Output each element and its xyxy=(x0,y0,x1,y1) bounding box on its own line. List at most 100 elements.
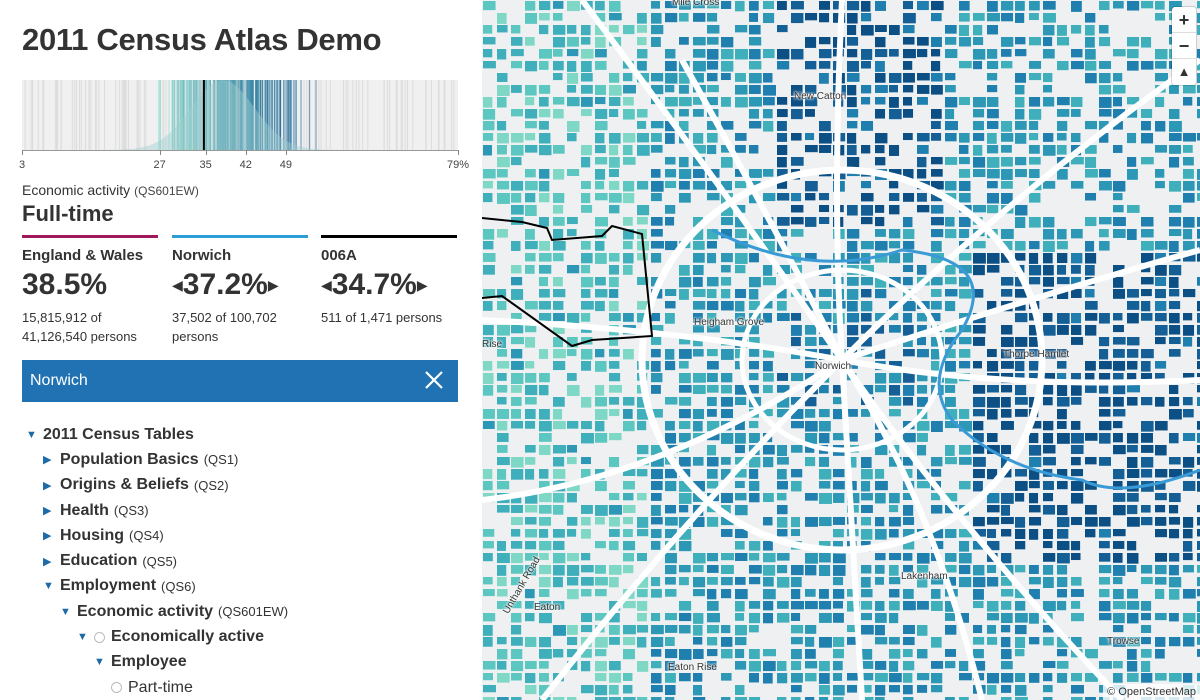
tree-item[interactable]: ▶ Housing (QS4) xyxy=(22,523,458,548)
tree-item[interactable]: ▼ Employee xyxy=(22,650,458,675)
census-area xyxy=(931,121,941,129)
census-area xyxy=(1015,169,1027,178)
census-area xyxy=(1141,121,1151,131)
caret-down-icon[interactable]: ▼ xyxy=(77,631,94,643)
census-area xyxy=(1169,337,1181,345)
census-area xyxy=(553,349,566,359)
census-area xyxy=(903,61,913,70)
census-area xyxy=(679,577,689,586)
caret-down-icon[interactable]: ▼ xyxy=(94,656,111,668)
prev-arrow-icon[interactable]: ◀ xyxy=(321,277,332,294)
caret-down-icon[interactable]: ▼ xyxy=(43,580,60,592)
tree-item-label: Employment xyxy=(60,577,157,595)
census-area xyxy=(721,589,732,599)
tree-item[interactable]: ▶ Origins & Beliefs (QS2) xyxy=(22,473,458,498)
compass-icon[interactable]: ▲ xyxy=(1172,59,1196,85)
tree-item[interactable]: ▼ Economically active xyxy=(22,624,458,649)
census-area xyxy=(1169,493,1181,503)
census-area xyxy=(1057,385,1068,396)
search-bar[interactable]: Norwich xyxy=(22,360,458,402)
census-area xyxy=(1057,145,1067,155)
map-canvas[interactable] xyxy=(482,0,1200,700)
census-area xyxy=(721,73,731,81)
radio-icon[interactable] xyxy=(94,631,105,643)
census-area xyxy=(777,517,788,528)
census-area xyxy=(973,481,983,492)
census-area xyxy=(1155,49,1168,60)
census-area xyxy=(707,349,718,357)
census-area xyxy=(553,445,566,454)
caret-right-icon[interactable]: ▶ xyxy=(43,479,60,492)
census-area xyxy=(1043,313,1053,322)
next-arrow-icon[interactable]: ▶ xyxy=(268,277,279,294)
census-area xyxy=(609,577,619,588)
census-area xyxy=(595,673,607,682)
tree-item[interactable]: ▼ 2011 Census Tables xyxy=(22,422,458,447)
close-icon[interactable] xyxy=(422,368,446,392)
census-area xyxy=(637,601,648,611)
caret-right-icon[interactable]: ▶ xyxy=(43,555,60,568)
next-arrow-icon[interactable]: ▶ xyxy=(417,277,428,294)
tree-item[interactable]: ▶ Health (QS3) xyxy=(22,498,458,523)
search-value[interactable]: Norwich xyxy=(30,372,88,390)
census-area xyxy=(581,577,594,586)
census-area xyxy=(497,157,510,168)
census-area xyxy=(1099,541,1110,549)
census-area xyxy=(567,637,578,646)
census-area xyxy=(525,529,538,538)
census-area xyxy=(637,205,650,216)
tree-item[interactable]: Part-time xyxy=(22,675,458,700)
census-area xyxy=(595,349,605,358)
census-area xyxy=(483,61,496,69)
caret-right-icon[interactable]: ▶ xyxy=(43,504,60,517)
prev-arrow-icon[interactable]: ◀ xyxy=(172,277,183,294)
census-area xyxy=(1099,589,1110,598)
census-area xyxy=(525,421,536,429)
tree-item-label: Employee xyxy=(111,653,187,671)
tree-item[interactable]: ▶ Education (QS5) xyxy=(22,548,458,573)
census-area xyxy=(1043,433,1054,444)
census-area xyxy=(861,625,874,635)
census-area xyxy=(567,373,577,381)
census-area xyxy=(525,241,538,250)
census-area xyxy=(693,637,703,645)
census-area xyxy=(959,457,972,465)
census-area xyxy=(987,61,999,70)
census-area xyxy=(1071,253,1083,264)
census-area xyxy=(679,397,692,406)
census-area xyxy=(735,25,748,33)
census-area xyxy=(1057,109,1070,117)
census-area xyxy=(1029,493,1039,504)
census-area xyxy=(595,685,608,696)
census-area xyxy=(651,229,663,237)
census-area xyxy=(1043,73,1053,83)
caret-right-icon[interactable]: ▶ xyxy=(43,529,60,542)
census-area xyxy=(539,301,551,310)
census-area xyxy=(805,649,816,659)
histogram-chart[interactable] xyxy=(22,80,458,150)
caret-down-icon[interactable]: ▼ xyxy=(60,606,77,618)
tree-item[interactable]: ▼ Economic activity (QS601EW) xyxy=(22,599,458,624)
caret-down-icon[interactable]: ▼ xyxy=(26,429,43,441)
census-area xyxy=(1001,649,1012,660)
census-area xyxy=(609,397,620,405)
census-area xyxy=(1183,433,1196,441)
census-area xyxy=(721,277,732,286)
radio-icon[interactable] xyxy=(111,682,122,694)
histogram[interactable] xyxy=(22,80,458,150)
map-attribution[interactable]: © OpenStreetMap xyxy=(1103,684,1200,700)
census-area xyxy=(847,409,858,417)
census-area xyxy=(651,493,662,501)
census-area xyxy=(567,529,577,537)
census-area xyxy=(623,157,636,165)
census-area xyxy=(567,445,577,453)
census-area xyxy=(497,421,508,431)
tree-item[interactable]: ▼ Employment (QS6) xyxy=(22,574,458,599)
census-area xyxy=(1183,541,1193,552)
census-area xyxy=(805,217,817,227)
zoom-in-button[interactable]: + xyxy=(1172,7,1196,33)
map[interactable]: Mile Cross New Catton Heigham Grove Norw… xyxy=(482,0,1200,700)
caret-right-icon[interactable]: ▶ xyxy=(43,453,60,466)
tree-item[interactable]: ▶ Population Basics (QS1) xyxy=(22,447,458,472)
zoom-out-button[interactable]: − xyxy=(1172,33,1196,59)
